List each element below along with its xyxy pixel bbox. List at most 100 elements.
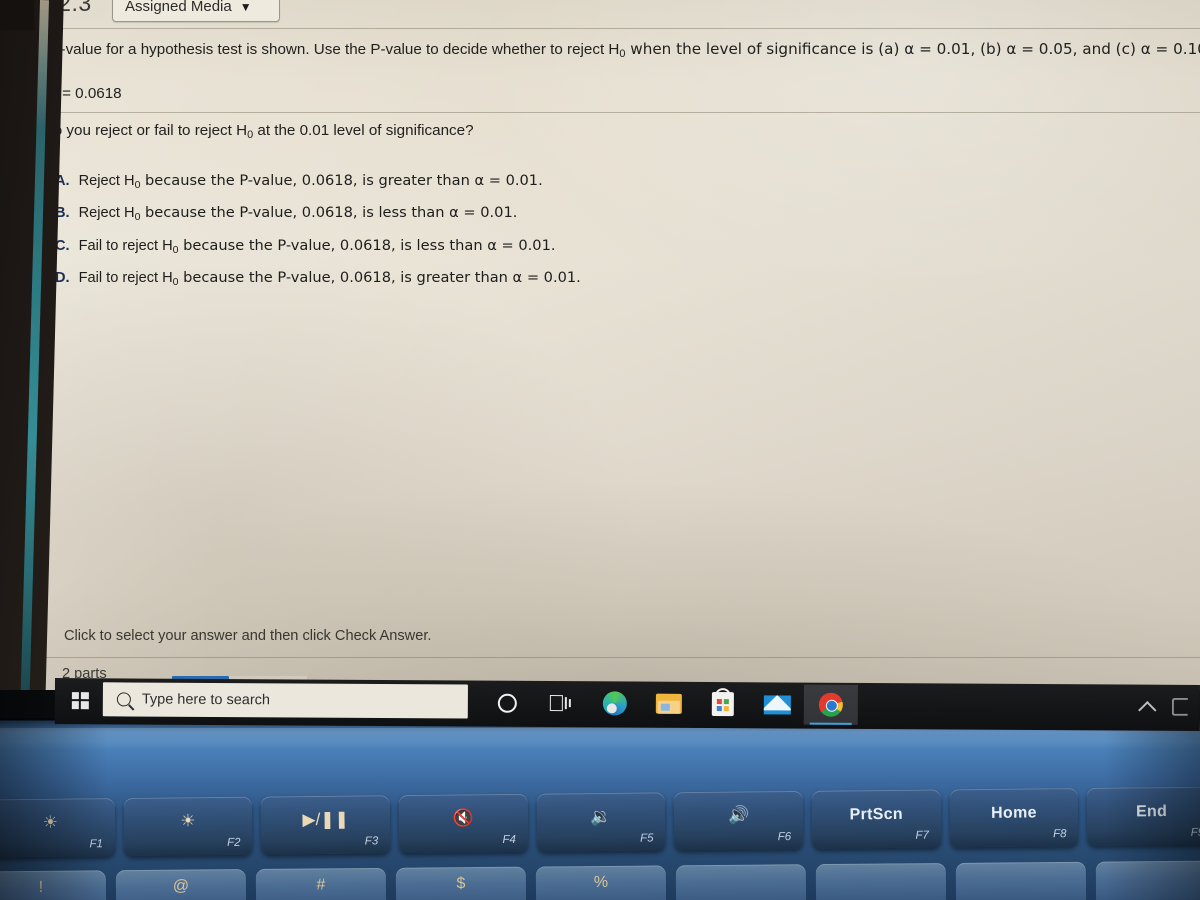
show-hidden-icons-chevron[interactable] [1138, 700, 1157, 719]
key-blank-3-label [956, 870, 1086, 871]
answer-option-c[interactable]: C. Fail to reject H0 because the P-value… [34, 237, 581, 256]
option-text-c: Fail to reject H0 because the P-value, 0… [79, 237, 556, 256]
play-pause-icon: ▶/❚❚ [302, 809, 349, 830]
key-f5-label: F5 [640, 832, 654, 845]
option-a-after: because the P-value, 0.0618, is greater … [140, 172, 543, 189]
assigned-media-button[interactable]: Assigned Media ▼ [112, 0, 280, 22]
key-f7[interactable]: PrtScn F7 [811, 789, 941, 849]
sub-question-a: (a) Do you reject or fail to reject H0 a… [20, 122, 474, 141]
option-d-after: because the P-value, 0.0618, is greater … [178, 269, 581, 287]
key-blank-2-label [816, 871, 946, 872]
windows-taskbar: Type here to search [54, 678, 1200, 731]
search-icon [116, 692, 131, 707]
laptop-screen: ✗ 7.2.3 Assigned Media ▼ The P-value for… [0, 0, 1200, 690]
option-text-d: Fail to reject H0 because the P-value, 0… [79, 269, 581, 288]
question-stem-part1: The P-value for a hypothesis test is sho… [20, 41, 620, 58]
search-placeholder: Type here to search [141, 691, 271, 709]
key-f7-text: PrtScn [849, 805, 904, 824]
key-f1-label: F1 [89, 838, 103, 851]
option-text-a: Reject H0 because the P-value, 0.0618, i… [79, 172, 543, 191]
key-percent-label: % [593, 873, 609, 892]
start-button[interactable] [63, 684, 97, 716]
volume-up-icon: 🔊 [727, 805, 750, 825]
key-blank-3[interactable] [955, 861, 1087, 900]
task-view-icon[interactable] [534, 683, 588, 723]
key-f2[interactable]: ☀ F2 [123, 796, 253, 856]
key-at-label: @ [172, 877, 190, 895]
option-d-before: Fail to reject H [78, 270, 173, 287]
key-exclamation-label: ! [38, 878, 44, 896]
option-b-before: Reject H [78, 205, 135, 222]
answer-option-d[interactable]: D. Fail to reject H0 because the P-value… [34, 269, 581, 288]
chevron-down-icon: ▼ [239, 0, 252, 14]
key-f1[interactable]: ☀ F1 [0, 798, 115, 858]
sub-question-part2: at the 0.01 level of significance? [253, 122, 474, 139]
key-percent[interactable]: % [535, 865, 667, 900]
key-at[interactable]: @ [115, 869, 247, 900]
key-f3[interactable]: ▶/❚❚ F3 [261, 795, 391, 855]
answer-options-list: A. Reject H0 because the P-value, 0.0618… [34, 172, 581, 302]
key-f5[interactable]: 🔉 F5 [536, 792, 666, 852]
key-exclamation[interactable]: ! [0, 870, 107, 900]
key-f2-label: F2 [227, 836, 241, 849]
option-c-after: because the P-value, 0.0618, is less tha… [178, 236, 556, 254]
key-hash[interactable]: # [255, 867, 387, 900]
system-tray [1138, 685, 1194, 729]
key-blank-1-label [676, 872, 806, 873]
function-key-row: ☀ F1 ☀ F2 ▶/❚❚ F3 🔇 F4 🔉 F5 🔊 F6 PrtScn … [0, 786, 1200, 862]
taskbar-icons [480, 683, 858, 725]
header-divider [0, 28, 1200, 29]
option-letter-d: D. [55, 270, 70, 287]
search-input[interactable]: Type here to search [102, 682, 468, 719]
key-blank-4[interactable] [1095, 860, 1200, 900]
screen-bezel-corner [0, 0, 34, 30]
tray-edge-icon[interactable] [1171, 697, 1188, 716]
file-explorer-icon[interactable] [642, 684, 696, 724]
question-stem-part2: when the level of significance is (a) α … [625, 40, 1200, 58]
key-f8-label: F8 [1053, 828, 1067, 841]
key-f7-label: F7 [915, 829, 929, 842]
key-blank-2[interactable] [815, 862, 947, 900]
key-blank-1[interactable] [675, 864, 807, 900]
windows-logo-icon [71, 691, 89, 709]
answer-option-a[interactable]: A. Reject H0 because the P-value, 0.0618… [34, 172, 581, 191]
instruction-text: Click to select your answer and then cli… [64, 628, 432, 644]
screenshot-root: ✗ 7.2.3 Assigned Media ▼ The P-value for… [0, 0, 1200, 900]
key-f9[interactable]: End F9 [1087, 786, 1200, 846]
mute-icon: 🔇 [452, 808, 474, 828]
mathxl-question-panel: ✗ 7.2.3 Assigned Media ▼ The P-value for… [0, 0, 1200, 690]
volume-down-icon: 🔉 [590, 806, 612, 827]
chrome-icon[interactable] [803, 684, 858, 725]
key-f8-text: Home [991, 804, 1037, 822]
cortana-icon[interactable] [480, 683, 534, 723]
question-header: ✗ 7.2.3 Assigned Media ▼ [0, 0, 1200, 29]
answer-option-b[interactable]: B. Reject H0 because the P-value, 0.0618… [34, 204, 581, 223]
option-text-b: Reject H0 because the P-value, 0.0618, i… [79, 204, 518, 223]
key-f9-label: F9 [1190, 826, 1200, 839]
key-dollar-label: $ [456, 875, 466, 893]
brightness-down-icon: ☀ [42, 812, 59, 832]
edge-icon[interactable] [588, 683, 642, 723]
key-f3-label: F3 [364, 835, 379, 848]
chassis-highlight [0, 728, 1200, 750]
mail-icon[interactable] [750, 684, 804, 724]
footer-divider [0, 657, 1200, 658]
number-key-row: ! @ # $ % [0, 860, 1200, 900]
option-a-before: Reject H [78, 173, 135, 189]
key-f4[interactable]: 🔇 F4 [398, 793, 528, 854]
brightness-up-icon: ☀ [180, 811, 196, 831]
question-stem: The P-value for a hypothesis test is sho… [20, 39, 1200, 62]
stem-divider [0, 112, 1200, 113]
microsoft-store-icon[interactable] [696, 684, 750, 724]
key-blank-4-label [1096, 869, 1200, 870]
option-b-after: because the P-value, 0.0618, is less tha… [140, 204, 518, 222]
key-f8[interactable]: Home F8 [949, 788, 1079, 848]
key-f9-text: End [1135, 803, 1168, 821]
key-dollar[interactable]: $ [395, 866, 527, 900]
key-hash-label: # [316, 876, 326, 894]
key-f4-label: F4 [502, 833, 516, 847]
assigned-media-label: Assigned Media [125, 0, 232, 15]
key-f6-label: F6 [777, 831, 792, 844]
key-f6[interactable]: 🔊 F6 [674, 790, 804, 851]
option-c-before: Fail to reject H [78, 237, 173, 254]
